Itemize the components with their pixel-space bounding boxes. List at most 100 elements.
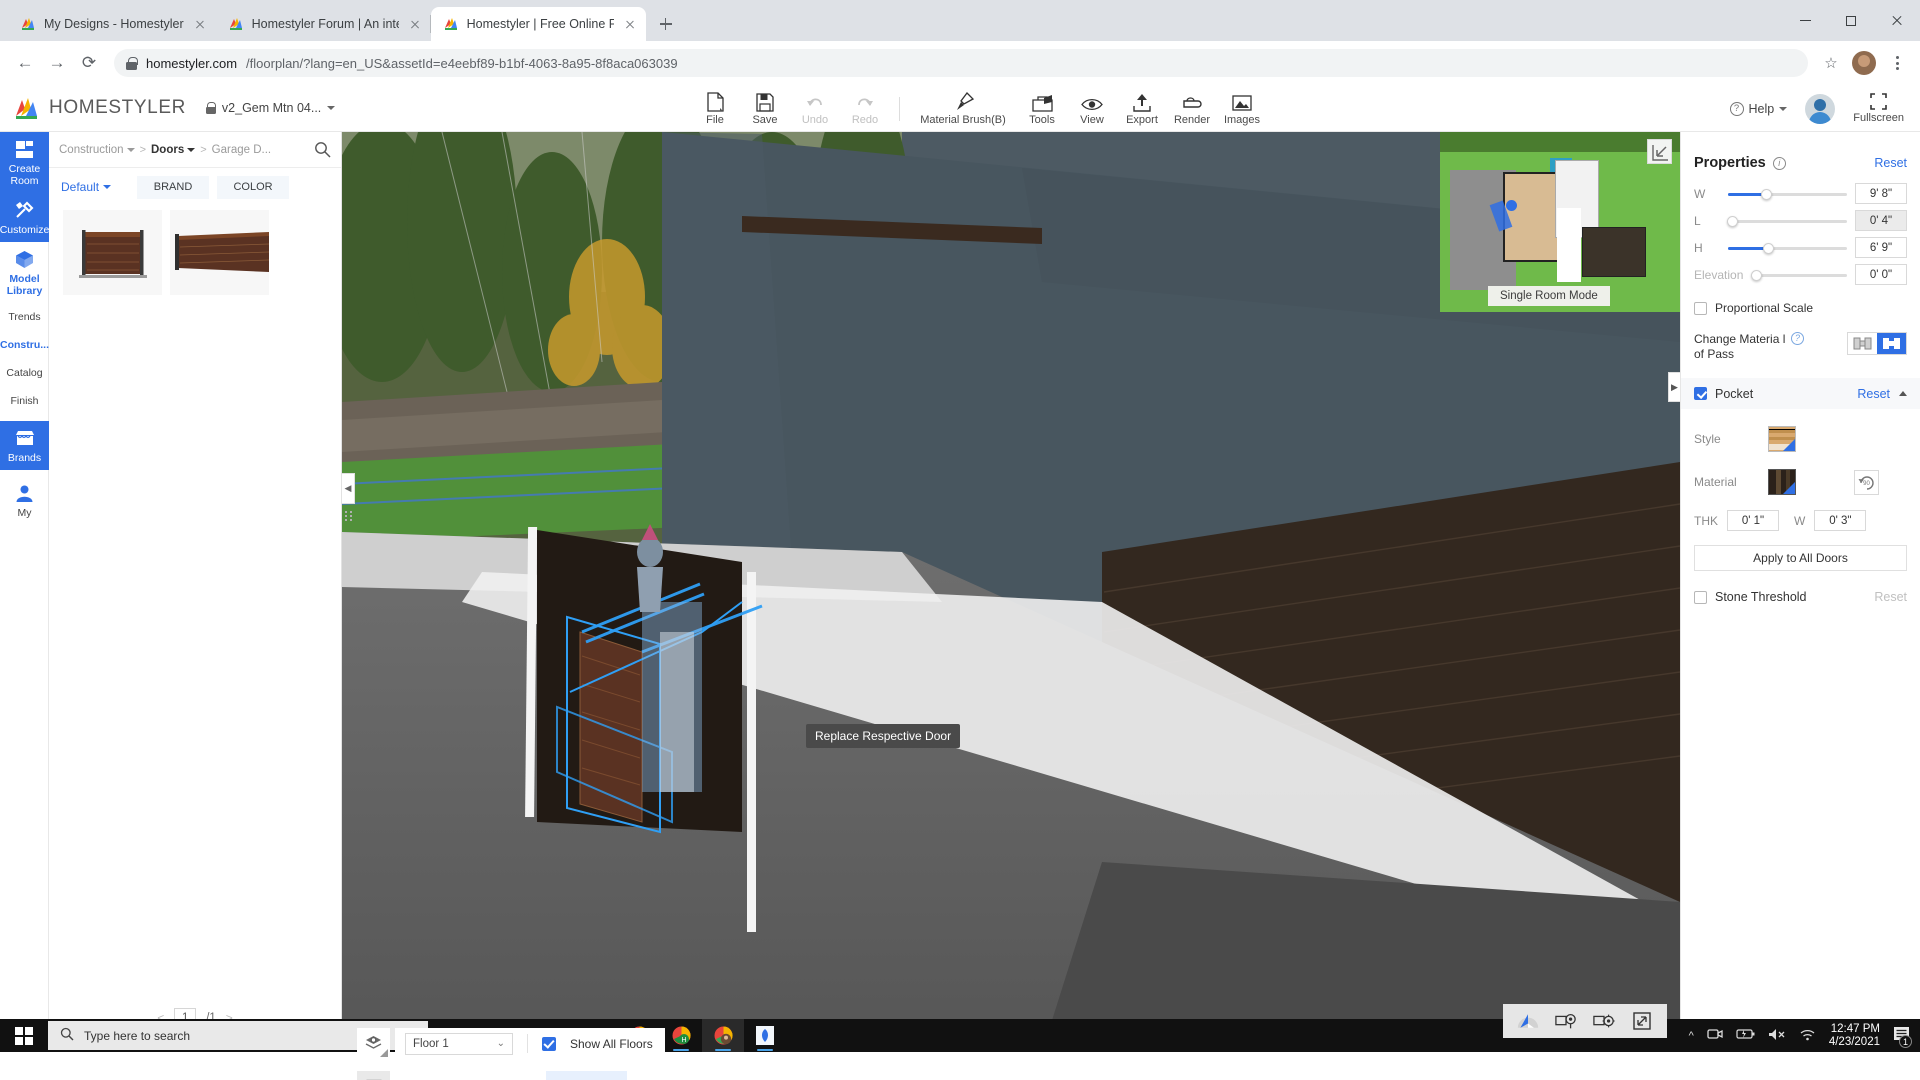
sidebar-item-catalog[interactable]: Catalog <box>0 359 49 387</box>
properties-reset-button[interactable]: Reset <box>1874 156 1907 170</box>
tab-close-icon[interactable] <box>622 16 638 32</box>
minimap-collapse-button[interactable] <box>1647 139 1672 164</box>
pocket-style-swatch[interactable] <box>1768 426 1796 452</box>
rotate-90-icon[interactable]: 90 <box>1854 469 1879 495</box>
toolbar-tools-button[interactable]: Tools <box>1017 85 1067 132</box>
sidebar-item-brands[interactable]: Brands <box>0 421 49 470</box>
toolbar-material-brush-button[interactable]: Material Brush(B) <box>909 85 1017 132</box>
wifi-icon[interactable] <box>1799 1028 1816 1044</box>
chrome-homestyler-icon[interactable]: H <box>660 1019 702 1052</box>
mode-rcp[interactable]: RCP 2 <box>474 1071 546 1080</box>
toolbar-render-button[interactable]: Render <box>1167 85 1217 132</box>
height-slider[interactable] <box>1728 241 1847 255</box>
chevron-up-icon[interactable]: ^ <box>1689 1030 1694 1042</box>
clock[interactable]: 12:47 PM 4/23/2021 <box>1829 1023 1880 1049</box>
proportional-scale-row[interactable]: Proportional Scale <box>1681 301 1920 315</box>
slider-knob[interactable] <box>1763 242 1775 254</box>
sidebar-item-customize[interactable]: Customize <box>0 193 49 242</box>
back-arrow-icon[interactable]: ← <box>10 48 40 78</box>
height-value-input[interactable]: 6' 9" <box>1855 237 1907 258</box>
forward-arrow-icon[interactable]: → <box>42 48 72 78</box>
document-name-dropdown[interactable]: v2_Gem Mtn 04... <box>205 101 336 115</box>
layers-icon[interactable] <box>357 1028 390 1059</box>
info-icon[interactable]: ? <box>1791 332 1804 345</box>
sidebar-item-model-library[interactable]: Model Library <box>0 242 49 303</box>
collapse-right-panel-button[interactable]: ▶ <box>1668 372 1680 402</box>
chevron-up-icon[interactable] <box>1899 391 1907 396</box>
volume-mute-icon[interactable] <box>1768 1028 1786 1044</box>
elevation-value-input[interactable]: 0' 0" <box>1855 264 1907 285</box>
slider-knob[interactable] <box>1761 188 1773 200</box>
slider-knob[interactable] <box>1751 269 1762 281</box>
breadcrumb-doors[interactable]: Doors <box>151 144 196 156</box>
width-value-input[interactable]: 9' 8" <box>1855 183 1907 204</box>
camera-location-icon[interactable] <box>1555 1010 1577 1032</box>
pocket-material-swatch[interactable] <box>1768 469 1796 495</box>
minimize-button[interactable] <box>1782 5 1828 37</box>
camera-icon[interactable] <box>1707 1027 1723 1044</box>
help-dropdown[interactable]: ? Help <box>1729 101 1788 116</box>
toolbar-file-button[interactable]: File <box>690 85 740 132</box>
user-avatar[interactable] <box>1805 93 1836 124</box>
show-all-floors-checkbox[interactable] <box>542 1036 556 1051</box>
pocket-reset-button[interactable]: Reset <box>1857 387 1890 401</box>
catalog-item-garage-door-angle[interactable] <box>170 210 269 295</box>
length-slider[interactable] <box>1727 214 1847 228</box>
windows-start-icon[interactable] <box>0 1019 48 1052</box>
camera-settings-icon[interactable] <box>1593 1010 1615 1032</box>
material-split-icon[interactable] <box>1877 333 1906 354</box>
chrome-profile-icon[interactable] <box>702 1019 744 1052</box>
sidebar-item-construction[interactable]: Constru... <box>0 331 49 359</box>
toolbar-redo-button[interactable]: Redo <box>840 85 890 132</box>
mode-roam[interactable]: Roam 4 <box>546 1071 627 1080</box>
notification-icon[interactable]: 1 <box>1893 1026 1912 1048</box>
fit-screen-icon[interactable] <box>1631 1010 1653 1032</box>
reload-icon[interactable]: ⟳ <box>74 48 104 78</box>
close-window-button[interactable] <box>1874 5 1920 37</box>
sidebar-item-create-room[interactable]: Create Room <box>0 132 49 193</box>
star-icon[interactable]: ☆ <box>1818 50 1844 76</box>
browser-tab-2[interactable]: Homestyler Forum | An internatio <box>216 7 431 41</box>
stone-threshold-reset-button[interactable]: Reset <box>1874 590 1907 604</box>
toolbar-undo-button[interactable]: Undo <box>790 85 840 132</box>
breadcrumb-construction[interactable]: Construction <box>59 144 135 156</box>
elevation-slider[interactable] <box>1751 268 1847 282</box>
sidebar-item-my[interactable]: My <box>0 476 49 525</box>
length-value-input[interactable]: 0' 4" <box>1855 210 1907 231</box>
collapse-left-panel-button[interactable]: ◀ <box>342 473 355 504</box>
stone-threshold-checkbox[interactable] <box>1694 590 1707 604</box>
width-slider[interactable] <box>1728 187 1847 201</box>
slider-knob[interactable] <box>1727 215 1738 227</box>
address-bar[interactable]: homestyler.com /floorplan/?lang=en_US&as… <box>114 49 1808 77</box>
toolbar-view-button[interactable]: View <box>1067 85 1117 132</box>
floor-select-dropdown[interactable]: Floor 1 ⌄ <box>405 1032 513 1055</box>
fullscreen-button[interactable]: Fullscreen <box>1853 93 1904 124</box>
filter-color-button[interactable]: COLOR <box>217 175 290 199</box>
tab-close-icon[interactable] <box>192 16 208 32</box>
pocket-w-input[interactable]: 0' 3" <box>1814 510 1867 531</box>
app-logo[interactable]: HOMESTYLER <box>0 95 186 122</box>
search-icon[interactable] <box>314 141 331 158</box>
browser-tab-1[interactable]: My Designs - Homestyler <box>8 7 216 41</box>
proportional-scale-checkbox[interactable] <box>1694 301 1707 315</box>
new-tab-button[interactable] <box>652 10 680 38</box>
material-single-icon[interactable] <box>1848 333 1877 354</box>
info-icon[interactable]: i <box>1772 156 1786 170</box>
homestyler-app-icon[interactable] <box>744 1019 786 1052</box>
3d-viewport[interactable]: Single Room Mode <box>342 132 1680 1052</box>
minimap[interactable]: Single Room Mode <box>1440 132 1680 312</box>
apply-to-all-doors-button[interactable]: Apply to All Doors <box>1694 545 1907 571</box>
browser-profile-avatar[interactable] <box>1852 51 1876 75</box>
sidebar-item-finish[interactable]: Finish <box>0 387 49 415</box>
mode-plane[interactable]: Plane 1 <box>396 1071 474 1080</box>
toolbar-images-button[interactable]: Images <box>1217 85 1267 132</box>
toolbar-save-button[interactable]: Save <box>740 85 790 132</box>
toolbar-export-button[interactable]: Export <box>1117 85 1167 132</box>
sidebar-item-trends[interactable]: Trends <box>0 303 49 331</box>
kebab-menu-icon[interactable] <box>1884 50 1910 76</box>
breadcrumb-garage-doors[interactable]: Garage D... <box>212 144 271 156</box>
browser-tab-3-active[interactable]: Homestyler | Free Online Floor Pl <box>430 7 646 41</box>
tab-close-icon[interactable] <box>407 16 423 32</box>
hatch-pattern-icon[interactable] <box>357 1071 390 1080</box>
battery-icon[interactable] <box>1736 1028 1755 1043</box>
